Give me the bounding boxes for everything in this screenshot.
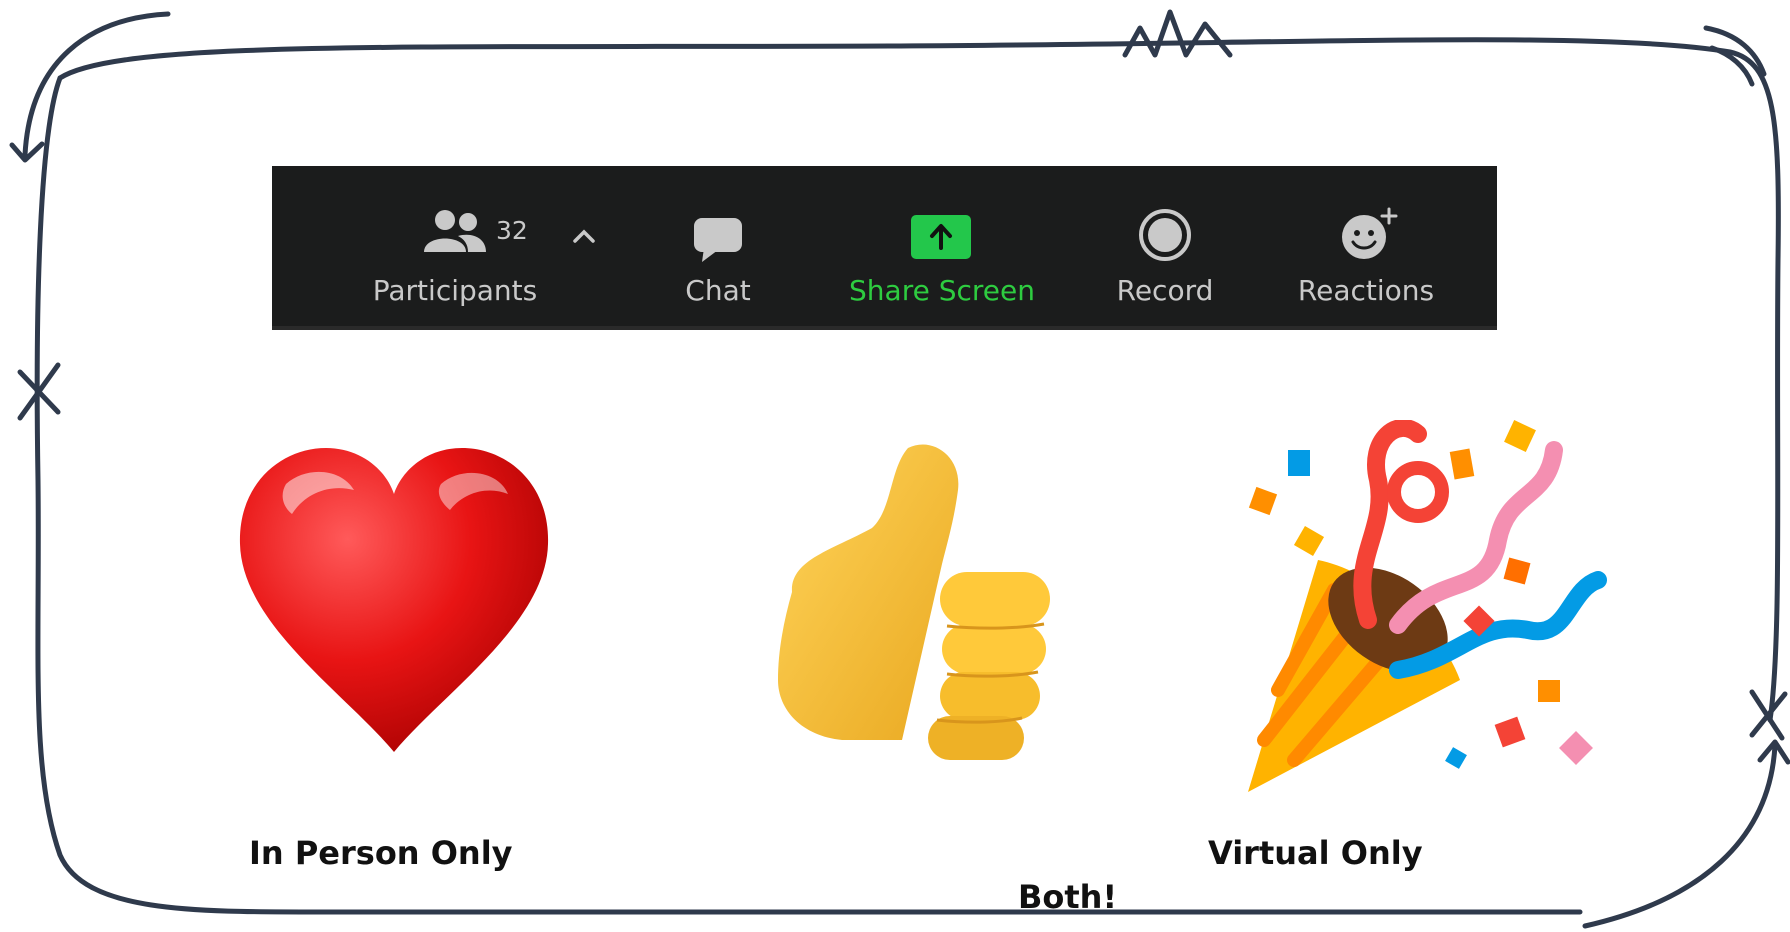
participants-label: Participants: [372, 274, 538, 307]
party-popper-emoji: [1248, 420, 1607, 792]
thumbs-up-emoji: [778, 444, 1050, 760]
meeting-toolbar: 32 Participants Chat Share Screen Record: [272, 99, 1497, 377]
caption-in-person-only: In Person Only: [249, 834, 513, 872]
chat-icon: [694, 218, 742, 262]
chevron-up-icon[interactable]: [572, 228, 596, 244]
participants-count: 32: [496, 216, 528, 245]
reactions-label: Reactions: [1297, 274, 1435, 307]
caption-virtual-only: Virtual Only: [1208, 834, 1423, 872]
share-screen-icon: [911, 215, 971, 259]
chat-label: Chat: [685, 274, 751, 307]
record-label: Record: [1116, 274, 1214, 307]
participants-icon: [424, 210, 486, 252]
red-heart-emoji: [239, 448, 549, 752]
record-icon: [1139, 209, 1191, 261]
reactions-icon: [1342, 207, 1398, 259]
caption-both: Both!: [1018, 878, 1118, 916]
share-screen-label: Share Screen: [849, 274, 1035, 307]
